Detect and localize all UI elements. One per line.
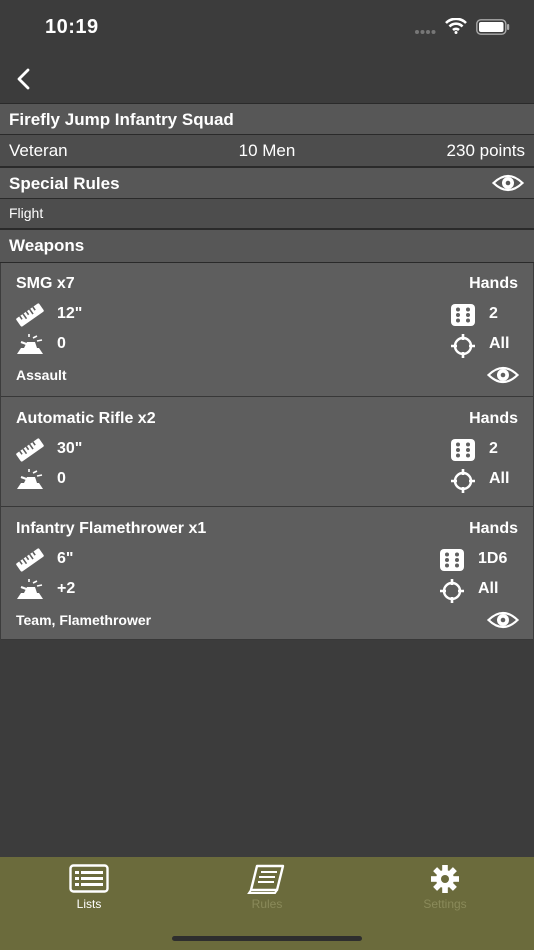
tank-icon <box>17 334 43 354</box>
weapon-pen: +2 <box>57 580 76 597</box>
special-rules-title: Special Rules <box>9 174 120 193</box>
weapon-shots: 2 <box>489 305 498 322</box>
weapon-pen: 0 <box>57 335 66 352</box>
weapon-card[interactable]: Automatic Rifle x2 Hands 30" 2 0 All <box>1 398 533 507</box>
weapon-arc: All <box>478 580 499 597</box>
weapon-rules: Assault <box>16 367 67 383</box>
ruler-icon <box>16 548 44 572</box>
weapons-list: SMG x7 Hands 12" 2 0 All Assault Automat… <box>1 263 533 640</box>
dice-icon <box>440 549 464 571</box>
eye-icon[interactable] <box>492 172 524 194</box>
gear-icon <box>431 865 459 893</box>
unit-info-row: Veteran 10 Men 230 points <box>0 135 534 167</box>
list-icon <box>69 864 109 893</box>
weapon-rules: Team, Flamethrower <box>16 612 152 628</box>
tab-rules[interactable]: Rules <box>178 857 356 922</box>
dice-icon <box>451 439 475 461</box>
wifi-icon <box>445 18 467 34</box>
weapon-name: Automatic Rifle x2 <box>16 410 156 427</box>
ruler-icon <box>16 303 44 327</box>
tab-label: Lists <box>76 897 102 911</box>
weapon-shots: 1D6 <box>478 550 508 567</box>
book-icon <box>247 864 285 894</box>
eye-icon[interactable] <box>487 364 519 386</box>
special-rules-text: Flight <box>0 199 534 229</box>
crosshair-icon <box>451 469 475 493</box>
ruler-icon <box>16 438 44 462</box>
tab-label: Rules <box>251 897 283 911</box>
signal-icon <box>415 30 436 34</box>
weapon-arc: All <box>489 335 510 352</box>
weapon-name: Infantry Flamethrower x1 <box>16 520 207 537</box>
status-bar: 10:19 <box>0 0 534 55</box>
unit-name: Firefly Jump Infantry Squad <box>0 103 534 135</box>
eye-icon[interactable] <box>487 609 519 631</box>
tab-settings[interactable]: Settings <box>356 857 534 922</box>
weapon-arc: All <box>489 470 510 487</box>
weapon-range: 6" <box>57 550 74 567</box>
tank-icon <box>17 469 43 489</box>
tab-lists[interactable]: Lists <box>0 857 178 922</box>
crosshair-icon <box>451 334 475 358</box>
weapon-range: 12" <box>57 305 83 322</box>
weapon-range: 30" <box>57 440 83 457</box>
weapons-header: Weapons <box>0 229 534 263</box>
weapon-type: Hands <box>469 520 518 537</box>
tab-label: Settings <box>423 897 467 911</box>
tank-icon <box>17 579 43 599</box>
crosshair-icon <box>440 579 464 603</box>
unit-points: 230 points <box>446 141 525 160</box>
special-rules-header: Special Rules <box>0 167 534 199</box>
weapon-shots: 2 <box>489 440 498 457</box>
weapon-name: SMG x7 <box>16 275 75 292</box>
weapon-type: Hands <box>469 410 518 427</box>
weapon-card[interactable]: Infantry Flamethrower x1 Hands 6" 1D6 +2… <box>1 508 533 640</box>
weapon-card[interactable]: SMG x7 Hands 12" 2 0 All Assault <box>1 263 533 397</box>
weapon-pen: 0 <box>57 470 66 487</box>
navigation-bar <box>0 55 534 103</box>
chevron-left-icon <box>17 68 30 90</box>
dice-icon <box>451 304 475 326</box>
status-time: 10:19 <box>45 16 99 38</box>
battery-icon <box>476 19 510 35</box>
back-button[interactable] <box>8 61 42 95</box>
weapon-type: Hands <box>469 275 518 292</box>
home-indicator <box>172 936 362 941</box>
